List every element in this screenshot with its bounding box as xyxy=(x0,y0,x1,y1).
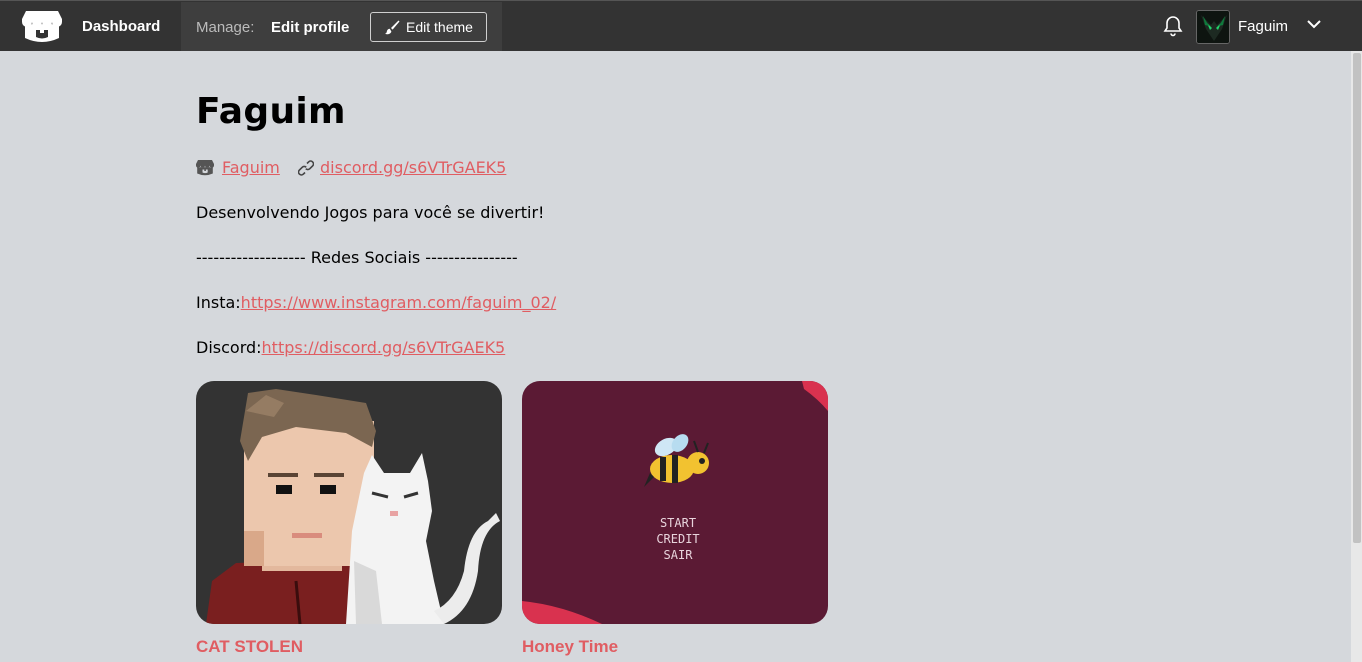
page-title: Faguim xyxy=(196,91,346,132)
menu-credit: CREDIT xyxy=(656,532,699,546)
notification-bell-icon[interactable] xyxy=(1163,15,1183,37)
menu-start: START xyxy=(660,516,696,530)
instagram-link[interactable]: https://www.instagram.com/faguim_02/ xyxy=(241,293,557,312)
menu-sair: SAIR xyxy=(664,548,694,562)
game-card-honey-time[interactable]: START CREDIT SAIR Honey Time xyxy=(522,381,828,657)
discord-link[interactable]: discord.gg/s6VTrGAEK5 xyxy=(320,158,506,177)
insta-line: Insta:https://www.instagram.com/faguim_0… xyxy=(196,293,556,312)
discord-label: Discord: xyxy=(196,338,262,357)
game-title[interactable]: CAT STOLEN xyxy=(196,637,502,657)
avatar[interactable] xyxy=(1196,10,1230,44)
edit-theme-label: Edit theme xyxy=(406,19,473,35)
manage-label: Manage: xyxy=(196,19,255,36)
discord-line: Discord:https://discord.gg/s6VTrGAEK5 xyxy=(196,338,505,357)
itchio-icon xyxy=(196,160,214,176)
link-icon xyxy=(298,160,314,176)
top-header: Dashboard Manage: Edit profile Edit them… xyxy=(0,0,1362,51)
itchio-profile-link[interactable]: Faguim xyxy=(222,158,280,177)
manage-section: Manage: Edit profile Edit theme xyxy=(181,2,502,51)
honey-time-cover-image: START CREDIT SAIR xyxy=(522,381,828,624)
game-card-cat-stolen[interactable]: CAT STOLEN xyxy=(196,381,502,657)
itchio-logo-icon[interactable] xyxy=(22,9,62,45)
chevron-down-icon[interactable] xyxy=(1306,18,1322,30)
game-title[interactable]: Honey Time xyxy=(522,637,828,657)
game-thumbnail[interactable]: START CREDIT SAIR xyxy=(522,381,828,624)
bio-divider: ------------------- Redes Sociais ------… xyxy=(196,248,518,267)
game-thumbnail[interactable] xyxy=(196,381,502,624)
scrollbar-thumb[interactable] xyxy=(1353,53,1361,543)
edit-profile-link[interactable]: Edit profile xyxy=(271,19,349,36)
discord-url-link[interactable]: https://discord.gg/s6VTrGAEK5 xyxy=(262,338,506,357)
insta-label: Insta: xyxy=(196,293,241,312)
dashboard-link[interactable]: Dashboard xyxy=(82,18,160,35)
avatar-image xyxy=(1197,11,1229,43)
brush-icon xyxy=(385,20,400,35)
user-name[interactable]: Faguim xyxy=(1238,18,1288,35)
bio-line: Desenvolvendo Jogos para você se diverti… xyxy=(196,203,545,222)
cat-stolen-cover-image xyxy=(196,381,502,624)
edit-theme-button[interactable]: Edit theme xyxy=(370,12,487,42)
